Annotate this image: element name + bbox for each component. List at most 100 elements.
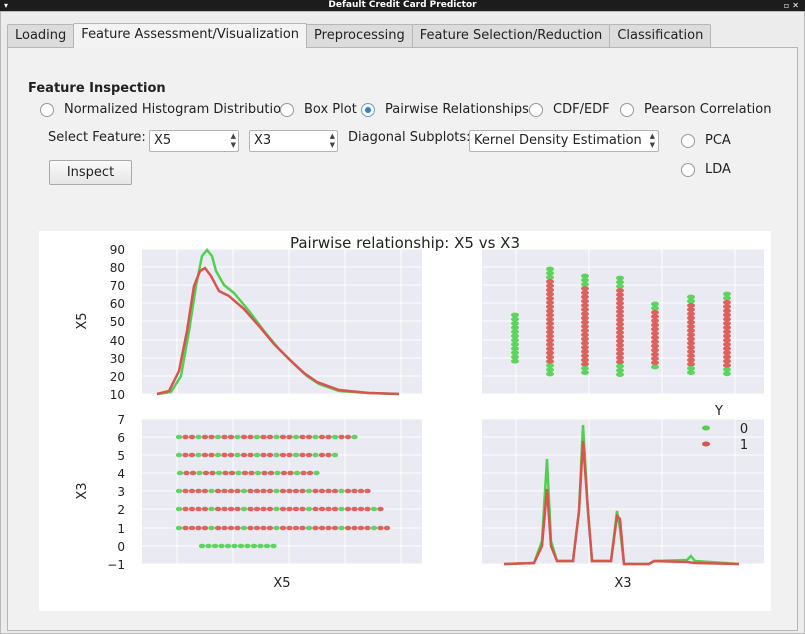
scatter-point [286,525,293,531]
spin-arrows-icon[interactable]: ▲ ▼ [231,132,236,150]
radio-dot[interactable] [681,162,695,177]
scatter-point [325,506,332,512]
scatter-point [377,525,384,531]
radio-pearson[interactable]: Pearson Correlation [620,102,771,117]
scatter-point [266,525,274,531]
scatter-point [234,506,241,512]
feature2-spinbox[interactable]: X3 ▲ ▼ [249,130,338,152]
radio-cdf[interactable]: CDF/EDF [529,102,610,117]
radio-boxplot[interactable]: Box Plot [280,102,357,117]
scatter-point [235,470,242,476]
scatter-point [325,488,332,494]
inspect-button[interactable]: Inspect [49,160,132,185]
scatter-point [195,506,202,512]
scatter-point [175,525,183,531]
y-tick-label: 7 [117,413,125,427]
scatter-point [616,292,624,298]
radio-lda[interactable]: LDA [681,162,731,177]
scatter-point [581,361,589,367]
scatter-point [292,525,300,531]
radio-histogram[interactable]: Normalized Histogram Distribution [40,102,289,117]
tab-feature-assessment[interactable]: Feature Assessment/Visualization [73,23,308,48]
tab-classification[interactable]: Classification [609,24,712,47]
radio-label: CDF/EDF [553,102,610,117]
scatter-point [616,372,624,377]
spin-arrows-icon[interactable]: ▲ ▼ [330,132,335,150]
radio-pairwise[interactable]: Pairwise Relationships [361,102,529,117]
scatter-point [651,301,659,307]
scatter-point [300,470,307,476]
scatter-point [182,488,189,494]
scatter-point [723,363,731,368]
scatter-point [266,452,274,458]
scatter-point [318,506,326,512]
radio-dot[interactable] [529,102,543,117]
y-tick-label: 20 [110,370,125,384]
scatter-point [227,434,235,440]
scatter-point [211,543,219,549]
scatter-point [270,543,277,549]
scatter-point [723,333,731,339]
scatter-point [292,452,300,458]
scatter-point [325,525,332,531]
scatter-point [201,452,209,458]
scatter-point [240,525,248,531]
window-menu-icon[interactable]: ▾ [4,0,8,11]
scatter-point [511,350,519,356]
scatter-point [511,312,519,318]
tab-preprocessing[interactable]: Preprocessing [306,24,413,47]
x-axis-label: X3 [614,576,631,591]
scatter-point [546,279,554,284]
section-title: Feature Inspection [28,81,166,96]
scatter-point [581,349,589,354]
scatter-point [581,307,589,312]
y-tick-label: 6 [117,431,125,445]
feature1-spinbox[interactable]: X5 ▲ ▼ [149,130,239,152]
scatter-point [221,434,228,440]
scatter-point [616,296,624,302]
scatter-point [221,488,228,494]
tab-feature-selection[interactable]: Feature Selection/Reduction [411,24,611,47]
scatter-point [253,506,261,512]
window-controls[interactable]: ▫✕ [784,0,802,11]
scatter-point [248,470,255,476]
scatter-point [247,452,254,458]
radio-dot[interactable] [40,102,54,117]
tab-loading[interactable]: Loading [7,24,75,47]
combo-arrows-icon[interactable]: ▲ ▼ [650,132,655,150]
scatter-point [176,470,184,476]
scatter-point [287,470,294,476]
tab-pane: Feature Inspection Normalized Histogram … [7,47,798,631]
scatter-point [227,452,235,458]
radio-dot[interactable] [681,133,695,148]
radio-pca[interactable]: PCA [681,133,731,148]
scatter-point [723,354,731,360]
scatter-point [723,358,731,364]
scatter-point [234,525,241,531]
scatter-point [318,434,326,440]
scatter-point [260,488,267,494]
scatter-point [201,488,209,494]
radio-dot-selected[interactable] [361,102,375,117]
y-tick-label: 50 [110,315,125,329]
legend-marker-class1 [702,441,710,447]
scatter-point [351,506,358,512]
scatter-point [240,434,248,440]
scatter-point [546,367,554,373]
diagonal-combobox[interactable]: Kernel Density Estimation ▲ ▼ [469,130,659,152]
y-tick-label: 10 [110,388,125,402]
scatter-point [331,488,339,494]
scatter-point [318,452,326,458]
scatter-point [581,273,589,279]
scatter-point [267,470,275,476]
scatter-point [214,488,222,494]
radio-dot[interactable] [280,102,294,117]
scatter-point [357,506,365,512]
scatter-point [208,525,215,531]
scatter-point [286,434,293,440]
scatter-point [651,364,659,370]
radio-dot[interactable] [620,102,634,117]
scatter-point [214,434,222,440]
scatter-point [175,488,183,494]
scatter-point [687,319,695,325]
